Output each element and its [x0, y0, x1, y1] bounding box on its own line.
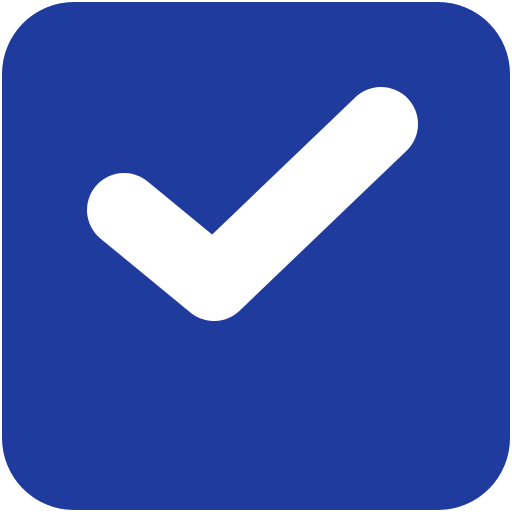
checkbox-icon-canvas — [0, 0, 512, 512]
checked-checkbox[interactable] — [0, 0, 512, 512]
